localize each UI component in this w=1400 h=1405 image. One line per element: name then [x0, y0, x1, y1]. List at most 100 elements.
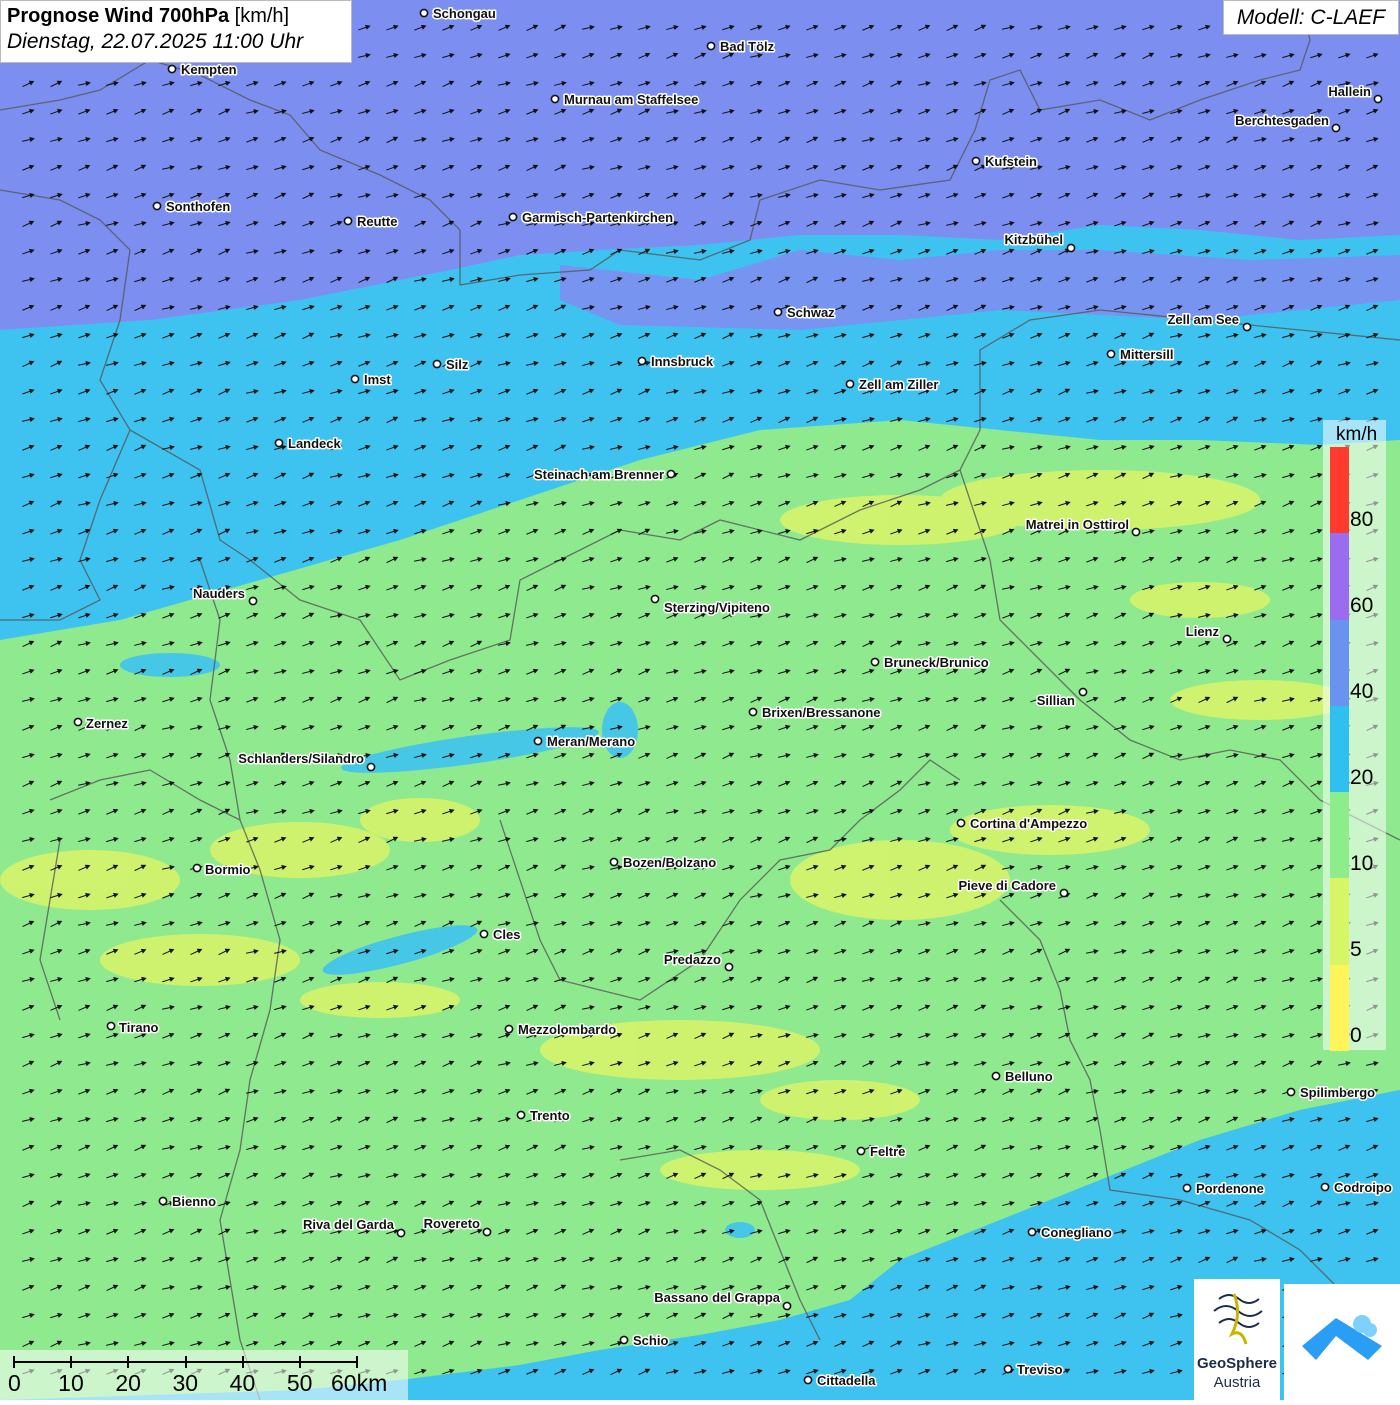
city-label: Bienno [172, 1194, 216, 1209]
scale-label: 40 [230, 1370, 256, 1397]
legend-tick-label: 0 [1350, 1024, 1362, 1048]
city-label: Mittersill [1120, 347, 1173, 362]
city-dot-icon [1183, 1184, 1190, 1191]
city-label: Zell am See [1167, 312, 1239, 327]
city-dot-icon [707, 42, 714, 49]
city-label: Spilimbergo [1300, 1085, 1375, 1100]
city-label: Schlanders/Silandro [238, 751, 364, 766]
scale-bar: 0102030405060km [0, 1350, 408, 1400]
scale-tick [356, 1356, 358, 1368]
city-dot-icon [483, 1228, 490, 1235]
city-dot-icon [1374, 95, 1381, 102]
legend-unit: km/h [1336, 424, 1377, 446]
city-dot-icon [610, 858, 617, 865]
legend-tick-label: 60 [1350, 594, 1373, 618]
city-label: Riva del Garda [303, 1217, 395, 1232]
city-marker: Brixen/Bressanone [749, 705, 880, 720]
city-dot-icon [972, 157, 979, 164]
city-dot-icon [168, 65, 175, 72]
city-label: Trento [530, 1108, 570, 1123]
city-label: Cortina d'Ampezzo [970, 816, 1087, 831]
model-label: Modell: C-LAEF [1223, 0, 1399, 35]
city-label: Bassano del Grappa [654, 1290, 780, 1305]
city-label: Schwaz [787, 305, 835, 320]
city-dot-icon [153, 202, 160, 209]
map-title-unit: [km/h] [235, 5, 289, 27]
scale-tick [13, 1356, 15, 1368]
city-dot-icon [1060, 889, 1067, 896]
city-marker: Pordenone [1183, 1181, 1264, 1196]
legend-segment [1330, 706, 1349, 792]
city-dot-icon [1321, 1183, 1328, 1190]
legend-segment [1330, 620, 1349, 706]
city-marker: Meran/Merano [534, 734, 635, 749]
city-label: Nauders [193, 586, 245, 601]
city-label: Brixen/Bressanone [762, 705, 881, 720]
city-label: Meran/Merano [547, 734, 635, 749]
city-dot-icon [107, 1022, 114, 1029]
legend-tick-label: 10 [1350, 852, 1373, 876]
city-dot-icon [871, 658, 878, 665]
city-label: Sillian [1037, 693, 1075, 708]
scale-label: 30 [173, 1370, 199, 1397]
city-label: Zell am Ziller [859, 377, 938, 392]
city-label: Predazzo [664, 952, 721, 967]
city-label: Hallein [1328, 84, 1371, 99]
scale-tick [127, 1356, 129, 1368]
city-dot-icon [351, 375, 358, 382]
city-label: Belluno [1005, 1069, 1053, 1084]
city-label: Kufstein [985, 154, 1037, 169]
city-dot-icon [159, 1197, 166, 1204]
city-dot-icon [1223, 635, 1230, 642]
city-dot-icon [774, 308, 781, 315]
city-dot-icon [344, 217, 351, 224]
city-label: Lienz [1186, 624, 1220, 639]
city-dot-icon [1028, 1228, 1035, 1235]
legend-tick-label: 20 [1350, 766, 1373, 790]
city-label: Sterzing/Vipiteno [664, 600, 770, 615]
city-label: Tirano [119, 1020, 159, 1035]
city-dot-icon [275, 439, 282, 446]
city-label: Steinach am Brenner [534, 467, 664, 482]
scale-tick [70, 1356, 72, 1368]
scale-label: 60km [331, 1370, 387, 1397]
city-dot-icon [420, 9, 427, 16]
city-label: Treviso [1017, 1362, 1063, 1377]
city-dot-icon [1067, 244, 1074, 251]
city-dot-icon [367, 763, 374, 770]
scale-tick [242, 1356, 244, 1368]
city-label: Innsbruck [651, 354, 714, 369]
city-label: Reutte [357, 214, 397, 229]
city-dot-icon [992, 1072, 999, 1079]
scale-label: 20 [115, 1370, 141, 1397]
city-dot-icon [551, 95, 558, 102]
city-label: Silz [446, 357, 469, 372]
city-dot-icon [509, 213, 516, 220]
color-legend: km/h 806040201050 [1323, 420, 1386, 1050]
legend-tick-label: 5 [1350, 938, 1362, 962]
city-marker: Bruneck/Brunico [871, 655, 988, 670]
city-label: Sonthofen [166, 199, 230, 214]
city-marker: Steinach am Brenner [534, 467, 675, 482]
city-label: Bozen/Bolzano [623, 855, 716, 870]
scale-label: 50 [287, 1370, 313, 1397]
city-label: Zernez [86, 716, 128, 731]
city-label: Matrei in Osttirol [1026, 517, 1129, 532]
city-dot-icon [1287, 1088, 1294, 1095]
city-dot-icon [725, 963, 732, 970]
legend-segment [1330, 965, 1349, 1051]
city-marker: Cortina d'Ampezzo [957, 816, 1087, 831]
city-label: Pieve di Cadore [958, 878, 1056, 893]
city-dot-icon [397, 1229, 404, 1236]
legend-segment [1330, 447, 1349, 533]
city-dot-icon [433, 360, 440, 367]
city-label: Murnau am Staffelsee [564, 92, 698, 107]
city-dot-icon [534, 737, 541, 744]
city-marker: Mezzolombardo [505, 1022, 616, 1037]
scale-tick [185, 1356, 187, 1368]
city-dot-icon [480, 930, 487, 937]
city-dot-icon [74, 718, 81, 725]
city-label: Schio [633, 1333, 668, 1348]
city-label: Cittadella [817, 1373, 876, 1388]
city-label: Berchtesgaden [1235, 113, 1329, 128]
